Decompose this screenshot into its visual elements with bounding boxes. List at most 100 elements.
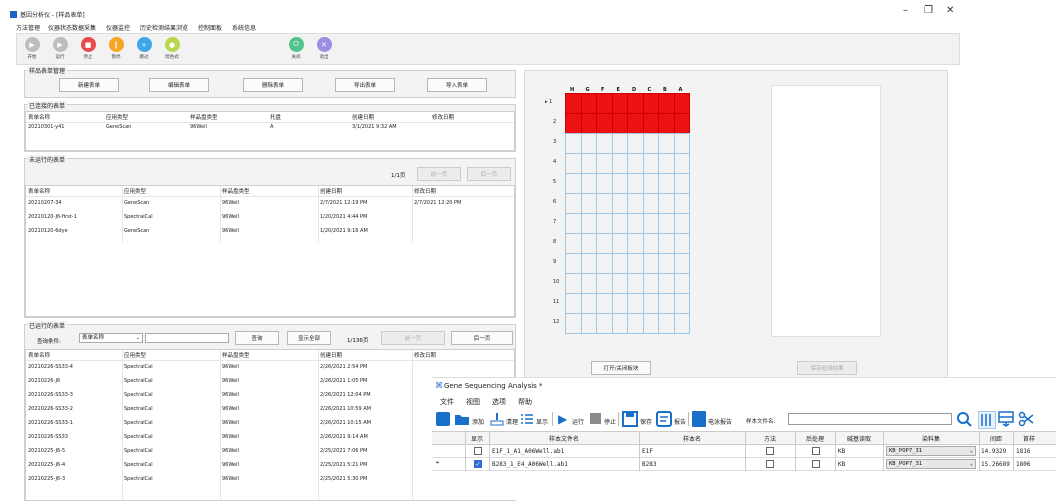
plate-well[interactable] [673,273,690,294]
plate-well[interactable] [565,173,582,194]
plate-well[interactable] [565,153,582,174]
plate-well[interactable] [580,273,597,294]
stop-button[interactable]: ■ 停止 [75,37,101,60]
stop-analysis-button[interactable]: 停止 [604,417,616,426]
clean-icon[interactable] [490,412,504,426]
post-process-checkbox[interactable] [812,460,820,468]
plate-well[interactable] [658,273,675,294]
plate-well[interactable] [673,113,690,134]
add-button[interactable]: 添加 [472,417,484,426]
pending-next-button[interactable]: 后一页 [467,167,511,181]
close-button[interactable]: ✕ [946,5,954,16]
show-checkbox[interactable]: ✓ [474,460,482,468]
run-icon[interactable]: ▶ [558,412,567,426]
add-folder-icon[interactable] [454,412,470,426]
plate-well[interactable] [580,293,597,314]
toggle-panel-icon[interactable] [436,412,450,426]
dark-mode-button[interactable]: ● 暗色式 [159,37,185,60]
plate-well[interactable] [673,153,690,174]
plate-well[interactable] [596,153,613,174]
plate-well[interactable] [565,113,582,134]
table-row[interactable]: 20210120-J6-first-1 SpectralCal 96Well 1… [26,214,514,225]
plate-well[interactable] [565,313,582,334]
plate-well[interactable] [673,193,690,214]
plate-well[interactable] [580,173,597,194]
table-row[interactable]: 20210207-34 GeneScan 96Well 2/7/2021 12:… [26,200,514,211]
run-analysis-button[interactable]: 运行 [572,417,584,426]
plate-well[interactable] [596,293,613,314]
plate-well[interactable] [627,213,644,234]
plate-well[interactable] [611,93,628,114]
plate-well[interactable] [642,113,659,134]
plate-well[interactable] [596,113,613,134]
plate-well[interactable] [658,313,675,334]
plate-well[interactable] [565,93,582,114]
row-settings-icon[interactable] [998,411,1014,427]
plate-well[interactable] [596,253,613,274]
edit-form-button[interactable]: 编辑表单 [149,78,209,92]
plate-well[interactable] [580,153,597,174]
plate-well[interactable] [642,313,659,334]
plate-well[interactable] [627,113,644,134]
new-form-button[interactable]: 新建表单 [59,78,119,92]
list-icon[interactable] [520,413,534,425]
plate-well[interactable] [658,133,675,154]
plate-well[interactable] [596,193,613,214]
plate-well[interactable] [658,153,675,174]
plate-well[interactable] [642,253,659,274]
start-button[interactable]: ▶ 开始 [19,37,45,60]
plate-well[interactable] [580,313,597,334]
plate-well[interactable] [627,233,644,254]
plate-well[interactable] [565,273,582,294]
plate-well[interactable] [642,193,659,214]
plate-well[interactable] [627,253,644,274]
pause-button[interactable]: ‖ 暂停 [103,37,129,60]
plate-well[interactable] [565,253,582,274]
plate-well[interactable] [673,213,690,234]
plate-well[interactable] [673,133,690,154]
plate-well[interactable] [673,173,690,194]
restore-button[interactable]: ❐ [924,5,933,16]
plate-well[interactable] [658,293,675,314]
table-row[interactable]: ▸ ✓ B283_1_E4_A06Well.ab1 B283 KB KB_POP… [432,458,1056,471]
plate-well[interactable] [596,93,613,114]
plate-well[interactable] [611,113,628,134]
menu-monitor[interactable]: 仪器监控 [106,23,130,32]
plate-well[interactable] [642,173,659,194]
shutdown-button[interactable]: ⏻ 关闭 [283,37,309,60]
method-checkbox[interactable] [766,460,774,468]
plate-well[interactable] [596,133,613,154]
finished-next-button[interactable]: 后一页 [451,331,513,345]
plate-well[interactable] [565,133,582,154]
search-icon[interactable] [956,411,972,427]
report-icon[interactable] [656,411,672,427]
plate-well[interactable] [642,93,659,114]
plate-well[interactable] [627,93,644,114]
menu-acquisition[interactable]: 仪器状态数据采集 [48,23,96,32]
query-button[interactable]: 查询 [235,331,279,345]
run-button[interactable]: ▶ 运行 [47,37,73,60]
filename-search-input[interactable] [788,413,952,425]
plate-well[interactable] [611,293,628,314]
minimize-button[interactable]: – [903,5,908,16]
plate-well[interactable] [627,173,644,194]
plate-well[interactable] [642,293,659,314]
plate-well[interactable] [611,273,628,294]
plate-well[interactable] [596,273,613,294]
stop-icon[interactable] [590,413,601,424]
exit-button[interactable]: ✕ 退出 [311,37,337,60]
table-row[interactable]: E1F_1_A1_A06Well.ab1 E1F KB KB_POP7_31 ⌄… [432,445,1056,458]
plate-well[interactable] [565,213,582,234]
plate-well[interactable] [580,113,597,134]
export-form-button[interactable]: 导出表单 [335,78,395,92]
plate-well[interactable] [627,273,644,294]
plate-well[interactable] [673,253,690,274]
plate-well[interactable] [642,153,659,174]
plate-well[interactable] [596,313,613,334]
report-button[interactable]: 报告 [674,417,686,426]
electrophoresis-report-button[interactable]: 电泳报告 [708,417,732,426]
save-button[interactable]: 保存 [640,417,652,426]
plate-well[interactable] [611,253,628,274]
plate-well[interactable] [565,293,582,314]
plate-well[interactable] [658,213,675,234]
